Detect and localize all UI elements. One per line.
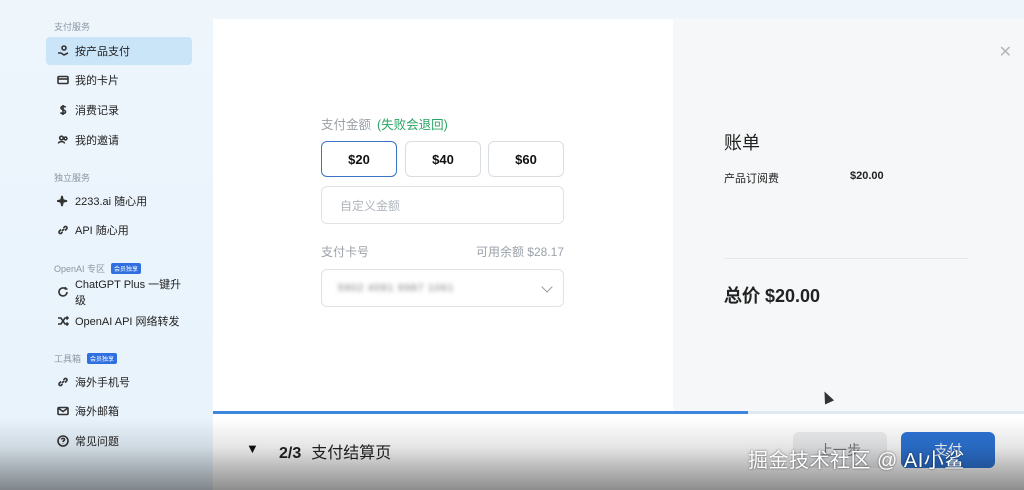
collapse-toggle-icon[interactable]: ▼ (246, 441, 259, 456)
card-label: 支付卡号 (321, 245, 370, 259)
users-icon (56, 133, 70, 147)
total-price: 总价 $20.00 (724, 286, 821, 306)
sidebar-item-2233ai[interactable]: 2233.ai 随心用 (46, 187, 192, 215)
sidebar-item-faq[interactable]: 常见问题 (46, 427, 192, 455)
sidebar-item-label: 我的邀请 (75, 135, 119, 147)
sidebar-item-label: 按产品支付 (75, 46, 130, 58)
shuffle-icon (56, 314, 70, 328)
hand-coin-icon (56, 44, 70, 58)
chevron-down-icon (541, 281, 553, 293)
sidebar-item-label: 常见问题 (75, 436, 119, 448)
amount-option-40[interactable]: $40 (405, 141, 481, 177)
bill-panel: ✕ (673, 19, 1024, 411)
sidebar-item-overseas-mail[interactable]: 海外邮箱 (46, 397, 192, 425)
sidebar-item-label: 海外手机号 (75, 377, 130, 389)
section-title-standalone: 独立服务 (54, 173, 91, 183)
watermark: 掘金技术社区 @ AI小鲨 (748, 450, 965, 472)
refund-note: (失败会退回) (377, 118, 448, 132)
bill-item-price: $20.00 (850, 170, 884, 182)
sidebar-item-label: 2233.ai 随心用 (75, 196, 148, 208)
custom-amount-input[interactable]: 自定义金额 (321, 186, 564, 224)
card-select[interactable]: 5902 4091 9987 1061 (321, 269, 564, 307)
section-title-openai: OpenAI 专区 会员独享 (54, 262, 142, 275)
section-title-payment: 支付服务 (54, 22, 91, 32)
amount-option-20[interactable]: $20 (321, 141, 397, 177)
step-title: 支付结算页 (311, 445, 392, 462)
sidebar-item-label: OpenAI API 网络转发 (75, 316, 180, 328)
sidebar-item-label: 海外邮箱 (75, 406, 119, 418)
sidebar-item-openai-api[interactable]: OpenAI API 网络转发 (46, 307, 192, 335)
step-number: 2/3 (279, 445, 302, 462)
bill-divider (724, 258, 968, 259)
sidebar-item-label: API 随心用 (75, 225, 129, 237)
section-title-toolbox: 工具箱 会员独享 (54, 352, 118, 365)
card-number: 5902 4091 9987 1061 (338, 282, 455, 294)
sidebar: 支付服务 按产品支付 我的卡片 消费记录 我的邀请 独立服务 2233.ai 随… (0, 0, 212, 490)
help-icon (56, 434, 70, 448)
sidebar-item-chatgpt-plus[interactable]: ChatGPT Plus 一键升级 (46, 278, 192, 307)
bill-title: 账单 (724, 133, 760, 153)
amount-option-60[interactable]: $60 (488, 141, 564, 177)
amount-label: 支付金额 (失败会退回) (321, 118, 448, 132)
sidebar-item-label: 我的卡片 (75, 75, 119, 87)
phone-link-icon (56, 375, 70, 389)
card-icon (56, 73, 70, 87)
sidebar-item-api[interactable]: API 随心用 (46, 216, 192, 244)
sidebar-item-overseas-phone[interactable]: 海外手机号 (46, 368, 192, 396)
member-badge: 会员独享 (111, 263, 142, 274)
link-icon (56, 223, 70, 237)
dollar-icon (56, 103, 70, 117)
sidebar-item-label: ChatGPT Plus 一键升级 (74, 279, 182, 307)
step-indicator: 2/3 支付结算页 (279, 439, 391, 463)
sidebar-item-pay-by-product[interactable]: 按产品支付 (46, 37, 192, 65)
available-balance: 可用余额 $28.17 (475, 245, 564, 259)
close-icon[interactable]: ✕ (999, 45, 1012, 61)
sparkle-icon (56, 194, 70, 208)
sidebar-item-spending[interactable]: 消费记录 (46, 96, 192, 124)
sidebar-item-invites[interactable]: 我的邀请 (46, 126, 192, 154)
mail-icon (56, 404, 70, 418)
sidebar-item-label: 消费记录 (75, 105, 119, 117)
member-badge: 会员独享 (87, 353, 118, 364)
refresh-icon (56, 285, 70, 299)
bill-item-name: 产品订阅费 (724, 173, 779, 185)
sidebar-item-my-cards[interactable]: 我的卡片 (46, 66, 192, 94)
